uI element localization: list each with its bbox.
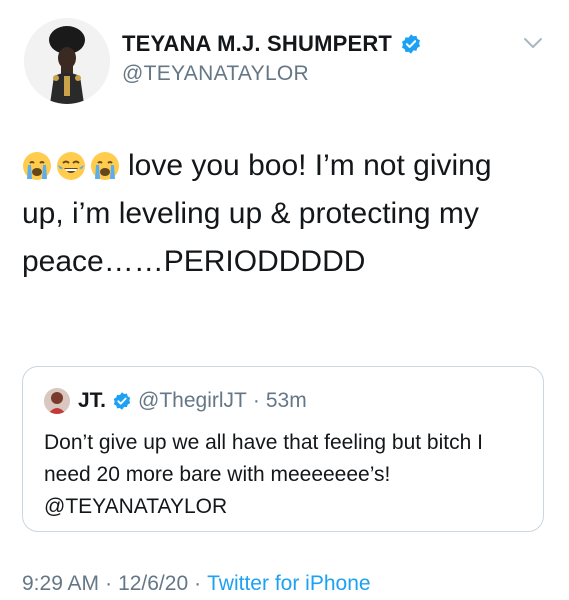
author-display-name[interactable]: TEYANA M.J. SHUMPERT: [122, 31, 392, 57]
quoted-tweet-header: JT. @ThegirlJT · 53m: [78, 389, 307, 413]
verified-badge-icon: [402, 34, 421, 54]
author-handle[interactable]: @TEYANATAYLOR: [122, 62, 309, 86]
quoted-timestamp[interactable]: 53m: [266, 389, 307, 413]
tweet-text: love you boo! I’m not giving up, i’m lev…: [22, 142, 522, 286]
author-name-row[interactable]: TEYANA M.J. SHUMPERT: [122, 31, 422, 57]
meta-separator: ·: [105, 572, 113, 595]
quoted-author-avatar[interactable]: [44, 388, 70, 414]
emoji-group: [22, 151, 120, 181]
loudly-crying-face-icon: [91, 152, 119, 180]
quoted-handle[interactable]: @ThegirlJT: [138, 389, 247, 413]
tweet-time[interactable]: 9:29 AM: [22, 572, 99, 596]
quoted-tweet-card[interactable]: JT. @ThegirlJT · 53m Don’t give up we al…: [22, 366, 544, 532]
quoted-separator: ·: [252, 389, 260, 412]
quoted-display-name[interactable]: JT.: [78, 389, 106, 413]
tweet-source-link[interactable]: Twitter for iPhone: [207, 572, 370, 596]
quoted-tweet-text: Don’t give up we all have that feeling b…: [44, 431, 483, 518]
verified-badge-icon: [113, 392, 131, 410]
avatar-image: [24, 18, 110, 104]
author-avatar[interactable]: [24, 18, 110, 104]
chevron-down-icon[interactable]: [522, 36, 544, 50]
tweet-date[interactable]: 12/6/20: [118, 572, 188, 596]
tweet-meta: 9:29 AM · 12/6/20 · Twitter for iPhone: [22, 572, 371, 596]
face-with-tears-of-joy-icon: [57, 152, 85, 180]
quoted-avatar-image: [44, 388, 70, 414]
loudly-crying-face-icon: [23, 152, 51, 180]
meta-separator: ·: [194, 572, 202, 595]
